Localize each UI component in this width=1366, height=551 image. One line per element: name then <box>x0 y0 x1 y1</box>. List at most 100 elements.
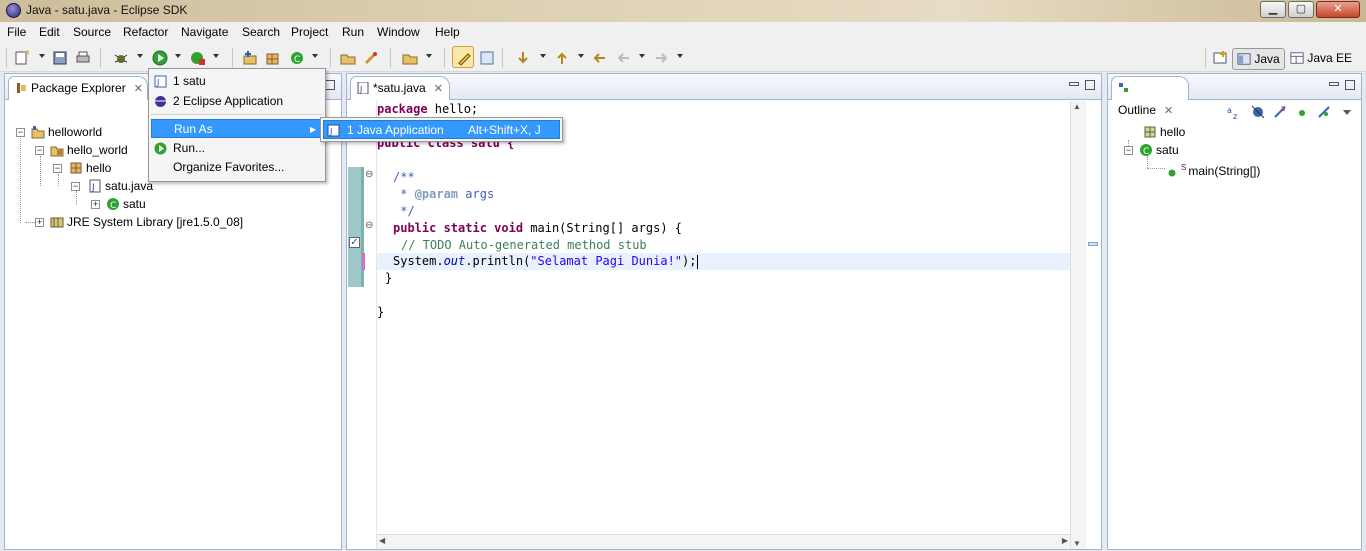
menu-project[interactable]: Project <box>291 25 328 39</box>
tab-outline[interactable]: Outline ✕ <box>1111 76 1189 117</box>
minimize-view-icon[interactable] <box>1329 82 1339 86</box>
tree-item-satu-java[interactable]: Jsatu.java <box>88 178 153 194</box>
menu-window[interactable]: Window <box>377 25 420 39</box>
maximize-view-icon[interactable] <box>1085 80 1095 90</box>
previous-annotation-dropdown-arrow[interactable] <box>578 54 584 58</box>
new-class-icon[interactable]: C <box>289 50 305 66</box>
forward-dropdown-arrow[interactable] <box>677 54 683 58</box>
outline-item-hello-package[interactable]: hello <box>1143 124 1185 140</box>
tab-satu-java[interactable]: J *satu.java ✕ <box>350 76 450 100</box>
close-tab-icon[interactable]: ✕ <box>434 83 443 95</box>
menu-item-java-application[interactable]: J 1 Java Application Alt+Shift+X, J <box>323 120 560 139</box>
back-dropdown-arrow[interactable] <box>639 54 645 58</box>
tree-item-hello-package[interactable]: hello <box>69 160 111 176</box>
search-icon[interactable] <box>402 50 418 66</box>
hide-non-public-icon[interactable] <box>1294 104 1310 120</box>
menu-navigate[interactable]: Navigate <box>181 25 228 39</box>
close-tab-icon[interactable]: ✕ <box>1164 105 1173 117</box>
menu-file[interactable]: File <box>7 25 26 39</box>
minimize-view-icon[interactable] <box>1069 82 1079 86</box>
menu-item-organize-favorites[interactable]: Organize Favorites... <box>151 158 323 177</box>
sort-icon[interactable]: az <box>1226 104 1242 120</box>
menu-item-1-satu[interactable]: J 1 satu <box>151 72 323 91</box>
debug-icon[interactable] <box>113 50 129 66</box>
tab-package-explorer[interactable]: Package Explorer ✕ <box>8 76 148 100</box>
menu-search[interactable]: Search <box>242 25 280 39</box>
save-icon[interactable] <box>52 50 68 66</box>
collapse-hello-world-toggle[interactable]: − <box>35 146 44 155</box>
new-package-icon[interactable] <box>265 50 281 66</box>
expand-jre-library-toggle[interactable]: + <box>35 218 44 227</box>
toggle-mark-occurrences-button[interactable] <box>452 46 474 68</box>
fold-comment-icon[interactable]: ⊖ <box>365 169 373 180</box>
new-dropdown-arrow[interactable] <box>39 54 45 58</box>
overview-marker[interactable] <box>1088 242 1098 246</box>
next-annotation-icon[interactable] <box>515 50 531 66</box>
menu-edit[interactable]: Edit <box>39 25 60 39</box>
menu-item-run[interactable]: Run... <box>151 139 323 158</box>
menu-source[interactable]: Source <box>73 25 111 39</box>
previous-annotation-icon[interactable] <box>554 50 570 66</box>
scroll-up-arrow-icon[interactable]: ▲ <box>1073 102 1081 111</box>
open-type-icon[interactable] <box>340 50 356 66</box>
fold-method-icon[interactable]: ⊖ <box>365 220 373 231</box>
next-annotation-dropdown-arrow[interactable] <box>540 54 546 58</box>
new-java-project-icon[interactable] <box>242 50 258 66</box>
show-whitespace-icon[interactable] <box>479 50 495 66</box>
search-dropdown-arrow[interactable] <box>426 54 432 58</box>
tree-item-jre-library[interactable]: JRE System Library [jre1.5.0_08] <box>50 214 243 230</box>
menu-help[interactable]: Help <box>435 25 460 39</box>
forward-icon[interactable] <box>653 50 669 66</box>
menu-refactor[interactable]: Refactor <box>123 25 168 39</box>
code-line-8[interactable]: public static void main(String[] args) { <box>393 220 682 237</box>
close-button[interactable]: ✕ <box>1316 1 1360 18</box>
code-line-6[interactable]: * @param args <box>393 186 494 203</box>
last-edit-location-icon[interactable] <box>592 50 608 66</box>
open-task-icon[interactable] <box>363 50 379 66</box>
code-line-11[interactable]: } <box>385 270 392 287</box>
code-line-13[interactable]: } <box>377 304 384 321</box>
new-icon[interactable] <box>14 50 30 66</box>
print-icon[interactable] <box>75 50 91 66</box>
maximize-button[interactable]: ▢ <box>1288 1 1314 18</box>
run-dropdown-arrow[interactable] <box>175 54 181 58</box>
code-line-7[interactable]: */ <box>393 203 414 220</box>
expand-satu-class-toggle[interactable]: + <box>91 200 100 209</box>
open-perspective-icon[interactable] <box>1213 50 1229 66</box>
collapse-hello-package-toggle[interactable]: − <box>53 164 62 173</box>
run-icon[interactable] <box>152 50 168 66</box>
code-line-5[interactable]: /** <box>393 169 415 186</box>
hide-static-icon[interactable]: S <box>1272 104 1288 120</box>
scroll-left-arrow-icon[interactable]: ◀ <box>379 536 385 545</box>
task-marker-icon[interactable]: ✓ <box>349 237 360 248</box>
outline-item-satu-class[interactable]: Csatu <box>1139 142 1179 158</box>
collapse-satu-outline-toggle[interactable]: − <box>1124 146 1133 155</box>
tree-item-hello-world[interactable]: hello_world <box>50 142 128 158</box>
maximize-view-icon[interactable] <box>325 80 335 90</box>
perspective-java-button[interactable]: Java <box>1232 48 1285 70</box>
hide-fields-icon[interactable] <box>1250 104 1266 120</box>
menu-run[interactable]: Run <box>342 25 364 39</box>
hide-local-types-icon[interactable] <box>1316 104 1332 120</box>
new-class-dropdown-arrow[interactable] <box>312 54 318 58</box>
scroll-down-arrow-icon[interactable]: ▼ <box>1073 539 1081 548</box>
collapse-helloworld-toggle[interactable]: − <box>16 128 25 137</box>
tree-item-satu-class[interactable]: Csatu <box>106 196 146 212</box>
external-tools-dropdown-arrow[interactable] <box>213 54 219 58</box>
code-line-1[interactable]: package hello; <box>377 101 478 118</box>
back-icon[interactable] <box>616 50 632 66</box>
perspective-javaee-button[interactable]: Java EE <box>1286 48 1356 70</box>
code-line-10[interactable]: System.out.println("Selamat Pagi Dunia!"… <box>393 253 696 270</box>
outline-item-main-method[interactable]: Smain(String[]) <box>1166 160 1260 178</box>
vertical-scrollbar[interactable]: ▲ ▼ <box>1070 101 1086 549</box>
menu-item-run-as[interactable]: Run As ▸ <box>151 119 323 138</box>
maximize-view-icon[interactable] <box>1345 80 1355 90</box>
minimize-button[interactable]: ▁ <box>1260 1 1286 18</box>
horizontal-scrollbar[interactable]: ◀ ▶ <box>377 534 1070 549</box>
collapse-satu-java-toggle[interactable]: − <box>71 182 80 191</box>
tree-item-helloworld[interactable]: helloworld <box>31 124 102 140</box>
debug-dropdown-arrow[interactable] <box>137 54 143 58</box>
scroll-right-arrow-icon[interactable]: ▶ <box>1062 536 1068 545</box>
external-tools-icon[interactable] <box>190 50 206 66</box>
code-line-9[interactable]: // TODO Auto-generated method stub <box>401 237 647 254</box>
